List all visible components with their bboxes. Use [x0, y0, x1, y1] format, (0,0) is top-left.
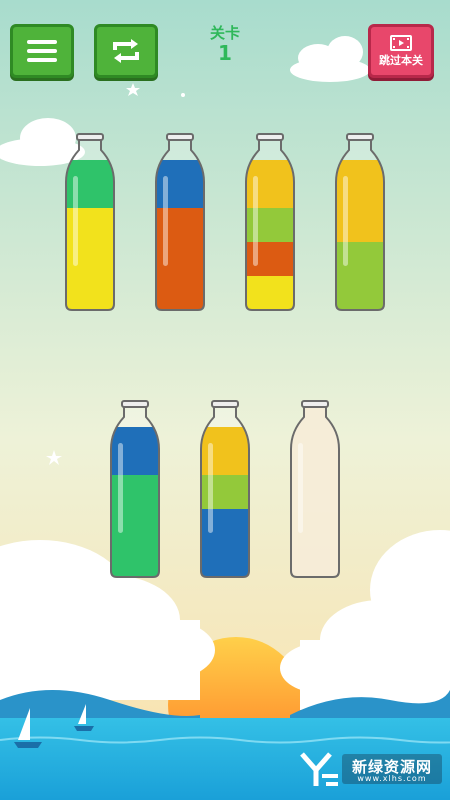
watermark: 新绿资源网 www.xlhs.com	[342, 754, 442, 784]
liquid-layer-yellow	[66, 276, 114, 310]
watermark-subtitle: www.xlhs.com	[357, 774, 427, 783]
bottle-shine	[118, 443, 123, 533]
liquid-layer-green	[111, 543, 159, 577]
liquid-layer-blue	[201, 543, 249, 577]
bottle-3[interactable]	[245, 133, 295, 311]
liquid-layer-orange	[156, 276, 204, 310]
watermark-logo-icon	[300, 752, 338, 786]
bottle-5[interactable]	[110, 400, 160, 578]
level-number: 1	[218, 41, 232, 65]
menu-button[interactable]	[10, 24, 74, 78]
bottle-rim	[166, 133, 194, 141]
skip-level-button[interactable]: 跳过本关	[368, 24, 434, 78]
bottle-2[interactable]	[155, 133, 205, 311]
bottle-1[interactable]	[65, 133, 115, 311]
dot-sparkle	[181, 93, 185, 97]
hamburger-menu-icon	[27, 40, 57, 62]
level-indicator: 关卡 1	[195, 22, 255, 65]
liquid-layer-lime	[336, 276, 384, 310]
skip-level-label: 跳过本关	[379, 53, 423, 67]
bottle-shine	[343, 176, 348, 266]
bottle-shine	[298, 443, 303, 533]
bottle-rim	[301, 400, 329, 408]
bottle-rim	[121, 400, 149, 408]
restart-arrows-icon	[113, 39, 139, 63]
bottle-shine	[73, 176, 78, 266]
bottle-shine	[208, 443, 213, 533]
bottle-6[interactable]	[200, 400, 250, 578]
video-play-icon	[390, 34, 412, 51]
bottle-7[interactable]	[290, 400, 340, 578]
restart-button[interactable]	[94, 24, 158, 78]
level-title: 关卡	[209, 24, 240, 42]
bottle-4[interactable]	[335, 133, 385, 311]
bottle-rim	[76, 133, 104, 141]
bottle-rim	[346, 133, 374, 141]
bottle-shine	[163, 176, 168, 266]
bottle-shine	[253, 176, 258, 266]
bottle-rim	[211, 400, 239, 408]
liquid-layer-yellow	[246, 276, 294, 310]
bottle-rim	[256, 133, 284, 141]
game-scene	[0, 0, 450, 800]
